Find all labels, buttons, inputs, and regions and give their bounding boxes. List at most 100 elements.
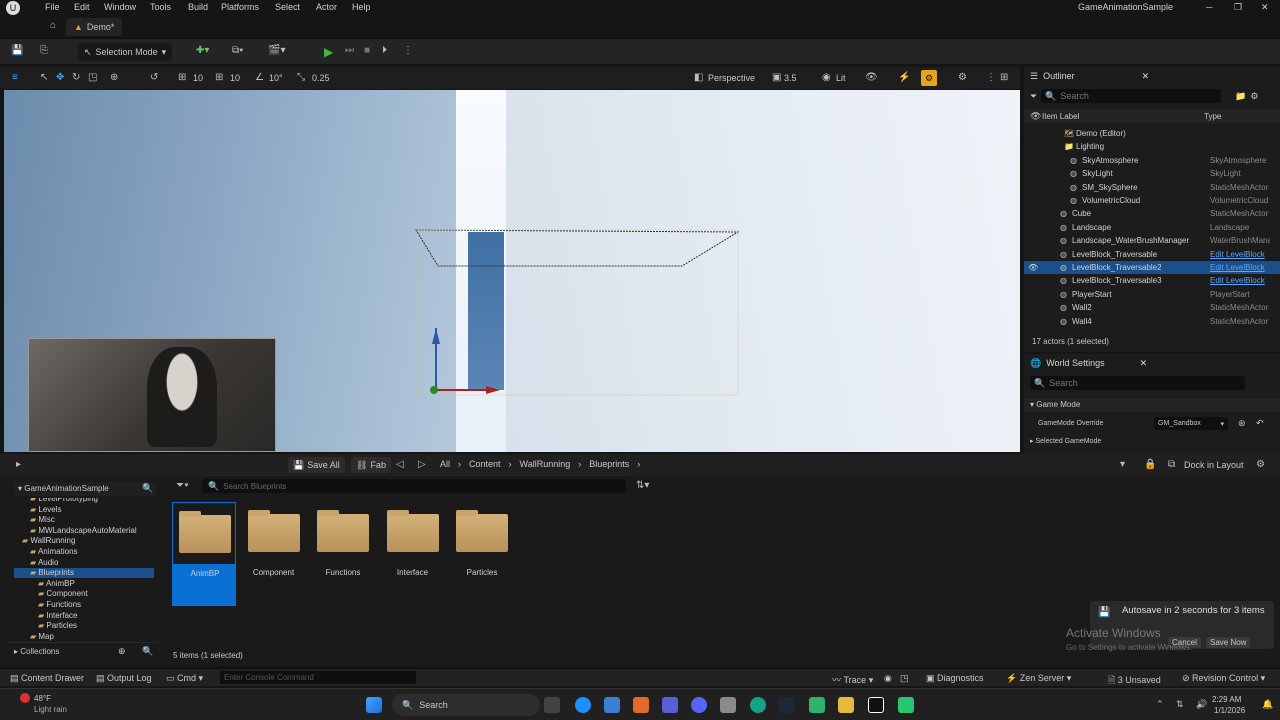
level-tab[interactable]: ▲ Demo*	[66, 18, 123, 36]
notifications-icon[interactable]: 🔔	[1262, 699, 1273, 710]
lit-dropdown[interactable]: Lit	[836, 73, 846, 83]
grid-snap-icon[interactable]: ⊞	[178, 73, 186, 83]
asset-folder[interactable]: AnimBP	[172, 502, 236, 606]
asset-folder[interactable]: Component	[242, 502, 306, 606]
stop-icon[interactable]: ■	[364, 46, 370, 56]
dock-in-layout-button[interactable]: Dock in Layout	[1184, 460, 1244, 470]
layout-icon[interactable]: ⊞	[1000, 73, 1008, 83]
trace-button[interactable]: 〰 Trace ▾	[832, 673, 873, 686]
menu-build[interactable]: Build	[188, 2, 208, 12]
outliner-row-type[interactable]: Edit LevelBlock	[1210, 276, 1270, 285]
menu-actor[interactable]: Actor	[316, 2, 337, 12]
more-icon[interactable]: ⋮	[986, 73, 996, 83]
copilot-icon[interactable]	[575, 697, 591, 713]
rotation-snap-icon[interactable]: ∠	[255, 73, 264, 83]
show-flags-icon[interactable]: 👁	[865, 73, 878, 83]
tree-item[interactable]: ▰ Interface	[38, 611, 156, 621]
grid-icon[interactable]: ⊞	[215, 73, 223, 83]
add-collection-icon[interactable]: ⊕	[118, 646, 126, 657]
expand-icon[interactable]: ▸	[16, 460, 21, 470]
tree-item[interactable]: ▰ Blueprints	[14, 568, 154, 579]
save-icon[interactable]: 💾	[11, 46, 23, 56]
grid-size-value[interactable]: 10	[230, 73, 240, 83]
tree-item[interactable]: ▰ Animations	[30, 547, 156, 557]
home-icon[interactable]: ⌂	[50, 21, 56, 31]
selection-mode-dropdown[interactable]: ↖ Selection Mode ▾	[78, 43, 173, 61]
discord-icon[interactable]	[691, 697, 707, 713]
reset-icon[interactable]: ↶	[1256, 418, 1264, 429]
outliner-row[interactable]: ◍ Landscape Landscape	[1024, 221, 1280, 234]
outliner-row[interactable]: ◍ Landscape_WaterBrushManager WaterBrushMa…	[1024, 234, 1280, 247]
close-outliner-icon[interactable]: ✕	[1142, 71, 1150, 82]
menu-help[interactable]: Help	[352, 2, 371, 12]
menu-window[interactable]: Window	[104, 2, 136, 12]
settings-icon[interactable]: ⚙	[958, 73, 967, 83]
outliner-row[interactable]: ◍ LevelBlock_Traversable3 Edit LevelBlock	[1024, 274, 1280, 287]
menu-file[interactable]: File	[45, 2, 60, 12]
tree-item[interactable]: ▰ Map	[30, 632, 156, 642]
camera-icon[interactable]: ◳	[900, 673, 909, 684]
sources-root[interactable]: ▾ GameAnimationSample	[18, 484, 109, 493]
unsaved-button[interactable]: 🗎 3 Unsaved	[1108, 673, 1161, 689]
network-icon[interactable]: ⇅	[1176, 699, 1184, 710]
history-dropdown-icon[interactable]: ▾	[1120, 460, 1125, 470]
menu-edit[interactable]: Edit	[74, 2, 90, 12]
output-log-button[interactable]: ▤ Output Log	[96, 673, 152, 684]
selected-gamemode-section[interactable]: ▸ Selected GameMode	[1030, 437, 1101, 445]
browse-icon[interactable]: ⊛	[1238, 418, 1246, 429]
menu-platforms[interactable]: Platforms	[221, 2, 259, 12]
outliner-search[interactable]: 🔍 Search	[1041, 89, 1222, 103]
col-type[interactable]: Type	[1204, 112, 1221, 121]
outliner-row[interactable]: 👁 ◍ LevelBlock_Traversable2 Edit LevelBlock	[1024, 261, 1280, 274]
tree-item[interactable]: ▰ Levels	[30, 505, 156, 515]
tray-chevron-icon[interactable]: ⌃	[1156, 699, 1164, 710]
teams-icon[interactable]	[662, 697, 678, 713]
menu-select[interactable]: Select	[275, 2, 300, 12]
rotate-tool-icon[interactable]: ↻	[72, 73, 80, 83]
outliner-row-type[interactable]: Edit LevelBlock	[1210, 263, 1270, 272]
search-icon[interactable]: 🔍	[142, 483, 153, 494]
filter-icon[interactable]: ⏷	[1030, 91, 1037, 102]
cinematics-icon[interactable]: 🎬▾	[268, 46, 285, 56]
forward-icon[interactable]: ▷	[418, 460, 426, 470]
scale-snap-icon[interactable]: ⤡	[297, 73, 305, 83]
taskbar-search[interactable]: 🔍 Search	[392, 694, 540, 716]
add-actor-icon[interactable]: ✚▾	[196, 46, 209, 56]
perspective-dropdown[interactable]: Perspective	[708, 73, 755, 83]
outliner-row[interactable]: 📁 Lighting	[1024, 140, 1280, 153]
unreal-taskbar-icon[interactable]	[868, 697, 884, 713]
fab-button[interactable]: ⛓ Fab	[351, 457, 391, 473]
tree-item[interactable]: ▰ Functions	[38, 600, 156, 610]
zen-server-button[interactable]: ⚡ Zen Server ▾	[1006, 673, 1071, 684]
blueprint-icon[interactable]: ⧉▾	[232, 46, 243, 56]
cb-settings-icon[interactable]: ⚙	[1256, 460, 1265, 470]
outliner-row[interactable]: ◍ SM_SkySphere StaticMeshActor	[1024, 181, 1280, 194]
cmd-dropdown[interactable]: ▭ Cmd ▾	[166, 673, 203, 684]
outliner-row[interactable]: ◍ LevelBlock_Traversable Edit LevelBlock	[1024, 248, 1280, 261]
revision-control-button[interactable]: ⊘ Revision Control ▾	[1182, 673, 1265, 684]
edge-icon[interactable]	[750, 697, 766, 713]
camera-speed-value[interactable]: 3.5	[784, 73, 797, 83]
more-options-icon[interactable]: ⋮	[403, 46, 413, 56]
minimize-icon[interactable]: ─	[1206, 2, 1212, 12]
clock-date[interactable]: 1/1/2026	[1214, 706, 1245, 715]
asset-folder[interactable]: Interface	[381, 502, 445, 606]
viewport-menu-icon[interactable]: ≡	[12, 73, 18, 83]
level-viewport[interactable]	[4, 90, 1020, 452]
world-settings-search[interactable]: 🔍 Search	[1030, 376, 1245, 390]
chat-icon[interactable]	[809, 697, 825, 713]
weather-condition[interactable]: Light rain	[34, 705, 67, 714]
scale-snap-value[interactable]: 0.25	[312, 73, 330, 83]
office-icon[interactable]	[633, 697, 649, 713]
collections-toggle[interactable]: ▸ Collections	[14, 647, 59, 656]
breadcrumb-content[interactable]: Content	[469, 459, 501, 469]
asset-folder[interactable]: Functions	[311, 502, 375, 606]
outliner-row[interactable]: ◍ SkyLight SkyLight	[1024, 167, 1280, 180]
record-icon[interactable]: ◉	[884, 673, 892, 684]
tree-item[interactable]: ▰ AnimBP	[38, 579, 156, 589]
step-icon[interactable]: ⏭	[345, 46, 354, 56]
maximize-icon[interactable]: ❐	[1234, 2, 1242, 13]
outliner-row[interactable]: ◍ Wall4 StaticMeshActor	[1024, 315, 1280, 328]
close-world-settings-icon[interactable]: ✕	[1140, 358, 1148, 369]
world-space-icon[interactable]: ⊕	[110, 73, 118, 83]
